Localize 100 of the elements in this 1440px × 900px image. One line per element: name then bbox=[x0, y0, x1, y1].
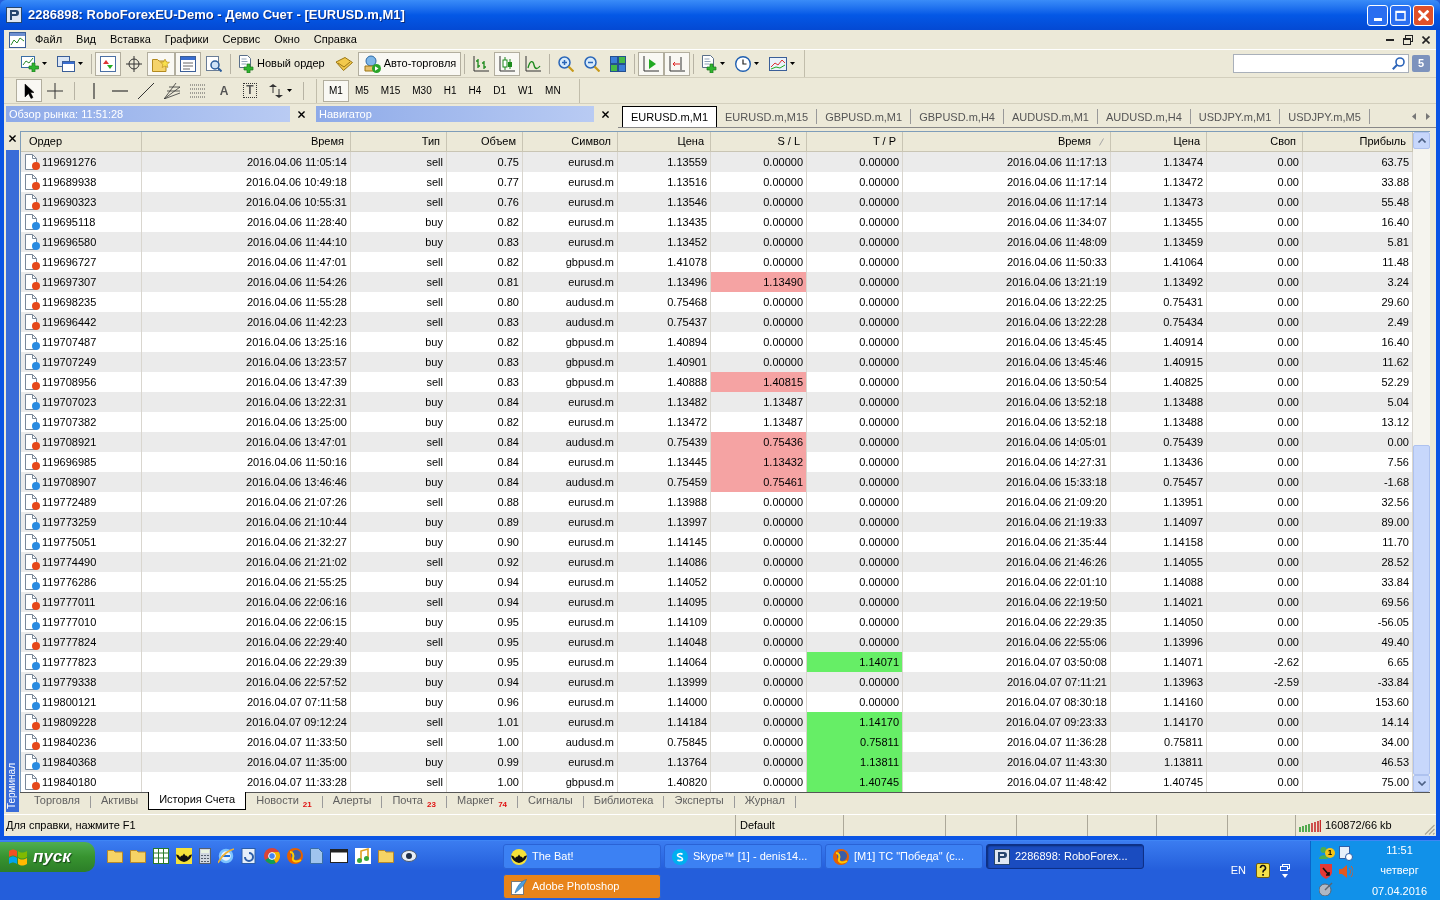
tab[interactable]: Торговля bbox=[24, 792, 90, 810]
chart-tab[interactable]: GBPUSD.m,H4 bbox=[911, 109, 1004, 124]
chart-shift-button[interactable] bbox=[664, 51, 691, 76]
chart-tab[interactable]: AUDUSD.m,M1 bbox=[1003, 109, 1098, 124]
menu-item[interactable]: Окно bbox=[267, 31, 307, 48]
order-number: 119800121 bbox=[42, 694, 97, 710]
search-icon bbox=[1392, 57, 1405, 70]
chart-tab[interactable]: USDJPY.m,M5 bbox=[1280, 109, 1370, 124]
restore-icon[interactable] bbox=[1403, 34, 1413, 45]
tab[interactable]: Почта 23 bbox=[382, 792, 446, 810]
menu-item[interactable]: Вставка bbox=[102, 31, 158, 48]
timeframe-button[interactable]: H1 bbox=[437, 79, 463, 102]
close-icon[interactable] bbox=[8, 135, 16, 142]
close-icon[interactable] bbox=[601, 110, 609, 118]
timeframe-button[interactable]: M5 bbox=[348, 79, 375, 102]
auto-trading-button[interactable]: Авто-торговля bbox=[357, 51, 462, 76]
tab[interactable]: Журнал bbox=[734, 792, 795, 810]
minimize-icon bbox=[1373, 17, 1382, 21]
terminal-button[interactable] bbox=[175, 51, 201, 76]
minimize-button[interactable] bbox=[1367, 4, 1388, 26]
minimize-icon[interactable] bbox=[1386, 38, 1394, 41]
diagonal-line-icon bbox=[138, 82, 154, 99]
page-icon bbox=[310, 848, 323, 864]
table-cell: 1.00 bbox=[447, 772, 523, 792]
column-header[interactable]: T / P bbox=[807, 132, 903, 152]
tab[interactable]: Маркет 74 bbox=[446, 792, 518, 810]
order-number: 119777011 bbox=[42, 594, 96, 610]
chart-tab[interactable]: USDJPY.m,M1 bbox=[1190, 109, 1281, 124]
timeframe-button[interactable]: H4 bbox=[462, 79, 488, 102]
column-header[interactable]: Цена bbox=[1111, 132, 1207, 152]
column-header[interactable]: S / L bbox=[711, 132, 807, 152]
timeframe-button[interactable]: MN bbox=[539, 79, 567, 102]
document-plus-icon bbox=[702, 54, 718, 73]
terminal-label[interactable]: Терминал bbox=[7, 762, 17, 809]
menu-item[interactable]: Сервис bbox=[215, 31, 268, 48]
column-header[interactable]: Цена bbox=[618, 132, 711, 152]
language-indicator[interactable]: EN bbox=[1230, 862, 1246, 879]
tab[interactable]: Сигналы bbox=[518, 792, 583, 810]
text-tool-button[interactable]: A bbox=[211, 79, 237, 102]
order-number: 119779338 bbox=[42, 674, 97, 690]
start-button[interactable]: пуск bbox=[0, 842, 95, 872]
column-header[interactable]: Прибыль bbox=[1303, 132, 1413, 152]
column-header[interactable]: Объем bbox=[447, 132, 523, 152]
new-order-button[interactable]: Новый ордер bbox=[234, 51, 330, 76]
scroll-thumb[interactable] bbox=[1413, 445, 1430, 775]
table-cell: gbpusd.m bbox=[523, 772, 618, 792]
market-watch-button[interactable] bbox=[95, 51, 121, 76]
tab[interactable]: Библиотека bbox=[583, 792, 664, 810]
taskbar-button[interactable]: [M1] ТС "Победа" (с... bbox=[825, 844, 983, 869]
close-button[interactable] bbox=[1413, 4, 1434, 26]
order-number: 119840180 bbox=[42, 774, 97, 790]
label-tool-button[interactable]: T bbox=[237, 79, 263, 102]
order-number: 119696442 bbox=[42, 314, 97, 330]
cursor-button[interactable] bbox=[16, 79, 42, 102]
table-cell: 0.75461 bbox=[711, 472, 807, 492]
arrow-right-icon[interactable] bbox=[1426, 113, 1430, 120]
chart-tab[interactable]: EURUSD.m,M15 bbox=[717, 109, 818, 124]
column-header[interactable]: Ордер bbox=[21, 132, 142, 152]
taskbar-button[interactable]: 2286898: RoboForex... bbox=[986, 844, 1144, 869]
scroll-up-button[interactable] bbox=[1413, 132, 1430, 149]
chart-tab[interactable]: AUDUSD.m,H4 bbox=[1097, 109, 1191, 124]
cross-lines-icon bbox=[47, 82, 63, 99]
order-number: 119707382 bbox=[42, 414, 97, 430]
taskbar-button[interactable]: Skype™ [1] - denis14... bbox=[664, 844, 822, 869]
timeframe-button[interactable]: W1 bbox=[512, 79, 540, 102]
calculator-icon bbox=[199, 848, 211, 864]
chart-play-icon bbox=[643, 55, 660, 72]
order-number: 119696580 bbox=[42, 234, 97, 250]
chart-tab[interactable]: GBPUSD.m,M1 bbox=[817, 109, 912, 124]
timeframe-button[interactable]: M1 bbox=[323, 79, 349, 102]
column-header[interactable]: Время bbox=[142, 132, 351, 152]
arrow-left-icon[interactable] bbox=[1412, 113, 1416, 120]
menu-item[interactable]: Файл bbox=[28, 31, 70, 48]
column-header[interactable]: Символ bbox=[523, 132, 618, 152]
close-icon[interactable] bbox=[1422, 35, 1430, 44]
timeframe-button[interactable]: M15 bbox=[374, 79, 407, 102]
column-header[interactable]: Тип bbox=[351, 132, 447, 152]
tab[interactable]: Алерты bbox=[322, 792, 382, 810]
close-icon[interactable] bbox=[297, 110, 305, 118]
chart-tab[interactable]: EURUSD.m,M1 bbox=[622, 106, 717, 127]
chat-bubble-icon bbox=[672, 848, 688, 865]
menu-item[interactable]: Графики bbox=[157, 31, 216, 48]
column-header[interactable]: Своп bbox=[1207, 132, 1303, 152]
menu-item[interactable]: Справка bbox=[306, 31, 364, 48]
tab[interactable]: История Счета bbox=[148, 792, 247, 810]
tab[interactable]: Новости 21 bbox=[246, 792, 322, 810]
tab[interactable]: Эксперты bbox=[664, 792, 734, 810]
timeframe-button[interactable]: D1 bbox=[487, 79, 513, 102]
search-field[interactable] bbox=[1233, 54, 1409, 73]
taskbar-button[interactable]: The Bat! bbox=[503, 844, 661, 869]
candlestick-button[interactable] bbox=[494, 51, 521, 76]
status-text: Для справки, нажмите F1 bbox=[6, 818, 136, 834]
scroll-down-button[interactable] bbox=[1413, 775, 1430, 792]
maximize-button[interactable] bbox=[1390, 4, 1411, 26]
column-header[interactable]: Время bbox=[903, 132, 1111, 152]
timeframe-button[interactable]: M30 bbox=[406, 79, 438, 102]
tab[interactable]: Активы bbox=[90, 792, 149, 810]
auto-scroll-button[interactable] bbox=[638, 51, 665, 76]
menu-item[interactable]: Вид bbox=[69, 31, 103, 48]
app-icon bbox=[994, 848, 1010, 865]
